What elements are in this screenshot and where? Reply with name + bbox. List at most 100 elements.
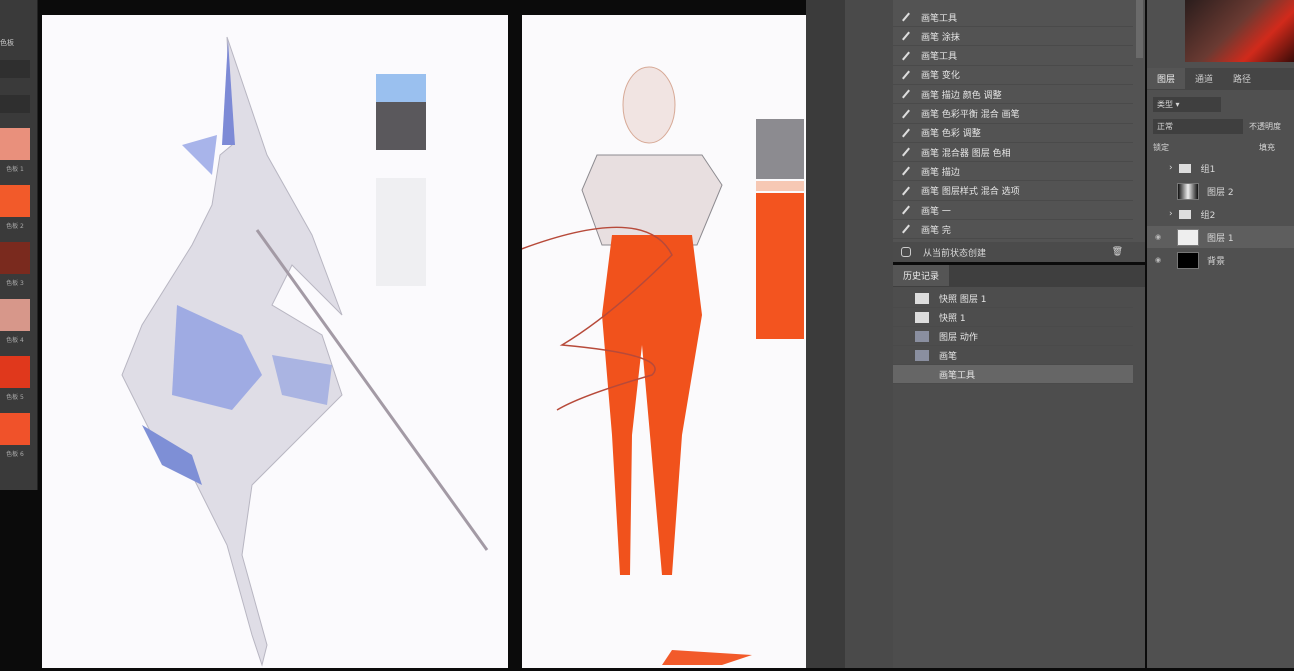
layer-row[interactable]: ◉ 图层 1 — [1147, 226, 1294, 248]
document-icon — [915, 330, 929, 342]
navigator-thumbnail[interactable] — [1185, 0, 1294, 62]
history-item[interactable]: 画笔 一 — [893, 201, 1133, 220]
brush-icon — [902, 147, 910, 157]
layer-thumbnail — [1177, 182, 1199, 200]
swatch-label: 色板 2 — [6, 223, 24, 230]
blend-mode-select[interactable]: 正常 — [1153, 119, 1243, 134]
lock-label: 锁定 — [1153, 143, 1169, 152]
action-item[interactable]: 画笔 — [893, 346, 1133, 365]
brush-icon — [902, 70, 910, 80]
expand-chevron-icon[interactable]: › — [1169, 209, 1173, 219]
history-item-label: 画笔 描边 颜色 调整 — [921, 90, 1002, 101]
history-item[interactable]: 画笔 变化 — [893, 66, 1133, 85]
history-item-label: 画笔 色彩 调整 — [921, 129, 981, 140]
layer-row[interactable]: 图层 2 — [1147, 180, 1294, 202]
history-item-label: 画笔 混合器 图层 色相 — [921, 148, 1011, 159]
tab-layers[interactable]: 图层 — [1147, 68, 1186, 89]
swatch[interactable] — [0, 299, 30, 331]
canvas-left[interactable] — [42, 15, 508, 668]
swatch[interactable] — [0, 356, 30, 388]
layer-name: 图层 1 — [1207, 233, 1234, 244]
swatches-panel: 色板 色板 1 色板 2 色板 3 色板 4 色板 5 色板 6 — [0, 0, 38, 490]
swatch-label: 色板 3 — [6, 280, 24, 287]
canvas-right[interactable] — [481, 15, 806, 668]
color-swatch — [376, 178, 426, 286]
brush-icon — [902, 31, 910, 41]
action-item[interactable]: 图层 动作 — [893, 327, 1133, 346]
action-item-label: 画笔 — [939, 351, 958, 362]
tab-channels[interactable]: 通道 — [1185, 68, 1223, 89]
color-swatch — [376, 74, 426, 102]
brush-icon — [902, 166, 910, 176]
history-item[interactable]: 画笔 图层样式 混合 选项 — [893, 182, 1133, 201]
swatch-label: 色板 6 — [6, 451, 24, 458]
folder-icon — [1178, 163, 1191, 173]
history-item-label: 画笔 图层样式 混合 选项 — [921, 187, 1020, 198]
brush-icon — [902, 128, 910, 138]
trash-icon[interactable]: 🗑 — [1112, 247, 1123, 257]
swatch[interactable] — [0, 413, 30, 445]
new-snapshot-icon[interactable] — [901, 247, 911, 257]
visibility-eye-icon[interactable]: ◉ — [1147, 256, 1169, 264]
swatch[interactable] — [0, 185, 30, 217]
fill-label: 填充 — [1259, 143, 1275, 152]
action-item-label: 画笔工具 — [939, 370, 976, 381]
history-item-label: 画笔 色彩平衡 混合 画笔 — [921, 110, 1020, 120]
history-item[interactable]: 画笔 描边 — [893, 162, 1133, 182]
visibility-eye-icon[interactable]: ◉ — [1147, 233, 1169, 241]
tab-history[interactable]: 历史记录 — [893, 265, 950, 286]
history-item[interactable]: 画笔 涂抹 — [893, 27, 1133, 47]
history-item[interactable]: 画笔 色彩 调整 — [893, 124, 1133, 143]
action-item-label: 快照 图层 1 — [939, 294, 987, 305]
brush-icon — [902, 109, 910, 118]
document-icon — [915, 349, 929, 361]
history-item[interactable]: 画笔 混合器 图层 色相 — [893, 143, 1133, 163]
swatch-label: 色板 4 — [6, 337, 24, 344]
history-item[interactable]: 画笔工具 — [893, 8, 1133, 27]
layer-name: 背景 — [1207, 256, 1226, 267]
history-item[interactable]: 画笔 描边 颜色 调整 — [893, 85, 1133, 105]
swatch-dropdown[interactable] — [0, 95, 30, 113]
layer-row[interactable]: ◉ 背景 — [1147, 249, 1294, 271]
color-swatch — [756, 193, 804, 339]
workspace-background — [845, 0, 893, 668]
history-panel: 画笔工具 画笔 涂抹 画笔工具 画笔 变化 画笔 描边 颜色 调整 画笔 色彩平衡 混合 … — [893, 0, 1145, 262]
swatch-label: 色板 5 — [6, 394, 24, 401]
action-item-label: 图层 动作 — [939, 332, 978, 343]
layers-panel: 图层 通道 路径 类型 ▾ 正常 不透明度 锁定 填充 › 组1 图层 2 › 组2 ◉ 图层 … — [1147, 0, 1294, 668]
history-item-label: 画笔 完 — [921, 225, 951, 236]
layer-row[interactable]: › 组1 — [1147, 157, 1294, 179]
brush-icon — [915, 369, 929, 380]
snapshot-thumbnail-icon — [915, 292, 929, 304]
history-item[interactable]: 画笔 色彩平衡 混合 画笔 — [893, 105, 1133, 124]
expand-chevron-icon[interactable]: › — [1169, 163, 1173, 173]
history-item[interactable]: 画笔工具 — [893, 47, 1133, 66]
swatch-search-input[interactable] — [0, 60, 30, 78]
layer-kind-filter[interactable]: 类型 ▾ — [1153, 97, 1221, 112]
layer-row[interactable]: › 组2 — [1147, 203, 1294, 225]
history-item-label: 画笔 一 — [921, 206, 951, 217]
layer-name: 组2 — [1200, 210, 1216, 221]
action-item[interactable]: 快照 1 — [893, 308, 1133, 327]
history-footer-label: 从当前状态创建 — [923, 248, 987, 259]
history-item-label: 画笔工具 — [921, 13, 958, 24]
brush-icon — [902, 186, 910, 196]
history-item[interactable]: 画笔 完 — [893, 220, 1133, 240]
history-scrollbar[interactable] — [1136, 0, 1143, 58]
action-item[interactable]: 快照 图层 1 — [893, 289, 1133, 308]
brush-icon — [902, 224, 910, 234]
swatch[interactable] — [0, 128, 30, 160]
history-item-label: 画笔 涂抹 — [921, 32, 960, 43]
armored-figure-sketch — [121, 36, 489, 667]
swatch[interactable] — [0, 242, 30, 274]
color-swatch — [756, 119, 804, 179]
actions-panel: 历史记录 快照 图层 1 快照 1 图层 动作画笔画笔工具 — [893, 265, 1145, 668]
layer-name: 组1 — [1200, 164, 1216, 175]
folder-icon — [1178, 209, 1191, 219]
color-swatch — [756, 181, 804, 191]
color-swatch — [376, 102, 426, 150]
tab-paths[interactable]: 路径 — [1223, 68, 1261, 89]
history-item-label: 画笔 变化 — [921, 71, 960, 82]
snapshot-thumbnail-icon — [915, 311, 929, 323]
action-item[interactable]: 画笔工具 — [893, 365, 1133, 384]
